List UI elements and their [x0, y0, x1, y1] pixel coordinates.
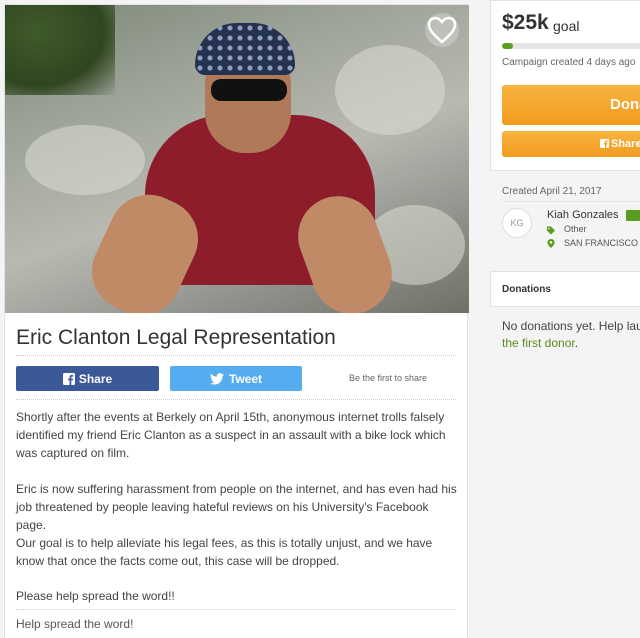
photo-tree	[5, 5, 115, 95]
twitter-tweet-button[interactable]: Tweet	[170, 366, 302, 391]
facebook-share-label: Share	[78, 371, 113, 386]
facebook-icon	[600, 139, 609, 148]
description-paragraph: Shortly after the events at Berkely on A…	[16, 410, 446, 460]
campaign-photo[interactable]	[5, 5, 469, 313]
facebook-share-button[interactable]: Share	[16, 366, 159, 391]
tag-icon	[547, 226, 555, 235]
organizer-location: SAN FRANCISCO	[564, 238, 639, 248]
no-donations-text: No donations yet. Help laun	[502, 319, 640, 333]
donate-button[interactable]: Dona	[502, 85, 640, 125]
goal-progress-bar	[502, 43, 640, 49]
campaign-card: Eric Clanton Legal Representation Share …	[4, 4, 469, 638]
twitter-icon	[209, 372, 224, 385]
share-button-label: Share	[611, 138, 640, 150]
help-spread-link[interactable]: Help spread the word!	[16, 617, 133, 631]
organizer-category: Other	[564, 224, 587, 234]
description-paragraph: Our goal is to help alleviate his legal …	[16, 536, 433, 568]
divider	[502, 201, 640, 202]
description-paragraph: Eric is now suffering harassment from pe…	[16, 482, 457, 532]
facebook-icon	[62, 372, 75, 385]
donations-card: Donations	[490, 271, 640, 307]
heart-icon	[427, 16, 457, 44]
map-pin-icon	[547, 239, 555, 248]
organizer-avatar[interactable]: KG	[502, 208, 532, 238]
first-to-share-text: Be the first to share	[349, 373, 428, 383]
twitter-tweet-label: Tweet	[228, 371, 263, 386]
no-donations-message: No donations yet. Help laun the first do…	[502, 318, 640, 352]
divider	[16, 609, 456, 610]
organizer-name[interactable]: Kiah Gonzales	[547, 209, 619, 221]
favorite-button[interactable]	[425, 13, 459, 47]
goal-amount: $25k	[502, 11, 549, 34]
campaign-title: Eric Clanton Legal Representation	[16, 326, 336, 349]
photo-person-sunglasses	[211, 79, 287, 101]
photo-rock	[335, 45, 445, 135]
goal-card: $25k goal Campaign created 4 days ago Do…	[490, 0, 640, 171]
goal-label: goal	[553, 18, 580, 34]
campaign-page: Eric Clanton Legal Representation Share …	[0, 0, 640, 638]
first-donor-link[interactable]: the first donor	[502, 336, 575, 350]
verified-icon	[626, 210, 640, 221]
divider	[16, 355, 456, 356]
donations-title: Donations	[502, 284, 551, 295]
period: .	[574, 336, 579, 350]
divider	[16, 399, 456, 400]
description-paragraph: Please help spread the word!!	[16, 589, 175, 603]
share-button[interactable]: Share	[502, 131, 640, 157]
created-date: Created April 21, 2017	[502, 186, 602, 197]
campaign-created-ago: Campaign created 4 days ago	[502, 57, 636, 68]
photo-person-bandana	[195, 23, 295, 75]
photo-rock	[25, 125, 145, 195]
goal-progress-fill	[502, 43, 513, 49]
